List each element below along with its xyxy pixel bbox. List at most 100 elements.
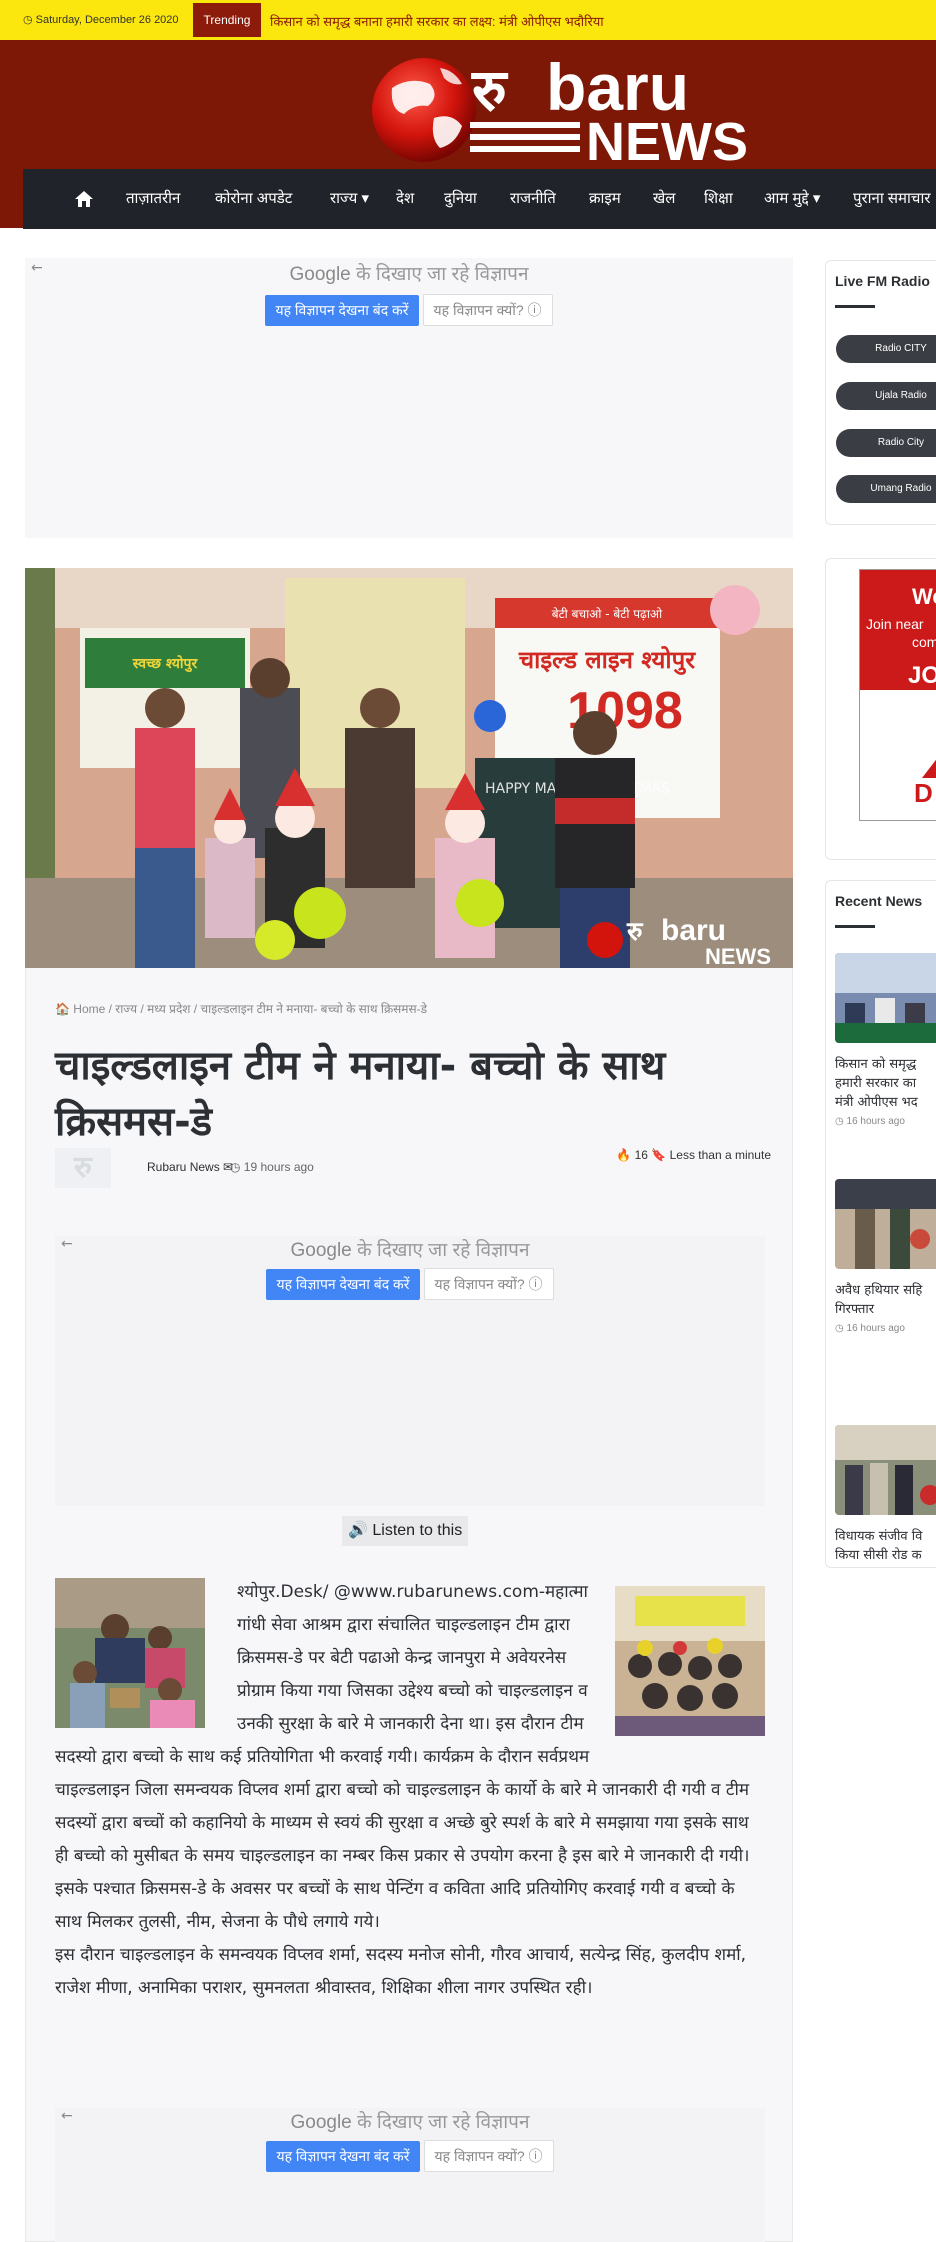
radio-station-button[interactable]: Radio CITY [836,335,936,363]
article-body: श्योपुर.Desk/ @www.rubarunews.com-महात्म… [55,1576,765,2005]
article-title: चाइल्डलाइन टीम ने मनाया- बच्चो के साथ क्… [55,1043,666,1145]
recent-news-time: ◷ 16 hours ago [835,1323,905,1334]
recent-title-line: किसान को समृद्ध [835,1057,917,1072]
date-text: Saturday, December 26 2020 [35,14,179,26]
nav-item-latest[interactable]: ताज़ातरीन [126,169,180,229]
stop-ad-button[interactable]: यह विज्ञापन देखना बंद करें [266,1268,420,1300]
stop-ad-button[interactable]: यह विज्ञापन देखना बंद करें [265,294,419,326]
nav-item-world[interactable]: दुनिया [444,169,477,229]
recent-news-title[interactable]: विधायक संजीव वि किया सीसी रोड क [835,1527,936,1565]
site-logo[interactable]: रु baru NEWS [370,48,860,168]
sidebar-ad[interactable]: We Join near com a JOI D [859,569,936,821]
ad-heading: Google के दिखाए जा रहे विज्ञापन [55,2108,765,2134]
why-ad-button[interactable]: यह विज्ञापन क्यों? ⓘ [423,1268,554,1300]
side-ad-join: JOI [908,662,936,689]
sidebar-ad-widget: We Join near com a JOI D [825,558,936,860]
ad-buttons: यह विज्ञापन देखना बंद करें यह विज्ञापन क्… [25,294,793,326]
ad-buttons: यह विज्ञापन देखना बंद करें यह विज्ञापन क्… [55,2140,765,2172]
article-image-right[interactable] [615,1586,765,1736]
google-label: Google [290,2112,352,2133]
watermark-news: NEWS [705,944,771,968]
widget-underline [835,925,875,928]
ad-banner-top: ← Google के दिखाए जा रहे विज्ञापन यह विज… [25,258,793,538]
recent-title-line: मंत्री ओपीएस भद [835,1095,918,1110]
post-time: ◷ 19 hours ago [230,1160,314,1174]
widget-underline [835,305,875,308]
nav-item-issues[interactable]: आम मुद्दे ▾ [764,169,820,229]
article-image-left[interactable] [55,1578,205,1728]
recent-news-title[interactable]: अवैध हथियार सहि गिरफ्तार [835,1281,936,1319]
recent-title-line: हमारी सरकार का [835,1076,917,1091]
breadcrumb[interactable]: 🏠 Home / राज्य / मध्य प्रदेश / चाइल्डलाइ… [55,1000,427,1017]
article-container: 🏠 Home / राज्य / मध्य प्रदेश / चाइल्डलाइ… [25,968,793,2242]
featured-image: स्वच्छ श्योपुर बेटी बचाओ - बेटी पढ़ाओ चा… [25,568,793,968]
recent-title-line: गिरफ्तार [835,1302,875,1317]
recent-news-time: ◷ 16 hours ago [835,1116,905,1127]
author-link[interactable]: Rubaru News ✉ [147,1160,233,1174]
site-header: रु baru NEWS ताज़ातरीन कोरोना अपडेट राज्… [0,40,936,229]
recent-news-thumb[interactable] [835,1179,936,1269]
banner-text: चाइल्ड लाइन श्योपुर [518,646,696,675]
logo-ru: रु [471,56,509,124]
article-paragraph-3: इस दौरान चाइल्डलाइन के समन्वयक विप्लव शर… [55,1945,747,1998]
trending-badge: Trending [193,3,261,37]
google-label: Google [289,264,351,285]
side-ad-arrow-icon [922,759,936,778]
sidebar-recent-widget: Recent News किसान को समृद्ध हमारी सरकार … [825,880,936,1568]
ad-buttons: यह विज्ञापन देखना बंद करें यह विज्ञापन क्… [55,1268,765,1300]
nav-item-politics[interactable]: राजनीति [510,169,556,229]
nav-item-state[interactable]: राज्य ▾ [330,169,369,229]
recent-news-item[interactable]: अवैध हथियार सहि गिरफ्तार ◷ 16 hours ago [835,1179,936,1334]
recent-news-thumb[interactable] [835,1425,936,1515]
article-paragraph-2: इसके पश्चात क्रिसमस-डे के अवसर पर बच्चों… [55,1879,735,1932]
side-ad-d: D [914,778,933,808]
trending-ticker-link[interactable]: किसान को समृद्ध बनाना हमारी सरकार का लक्… [270,12,604,30]
nav-item-corona[interactable]: कोरोना अपडेट [215,169,292,229]
ad-heading-text: के दिखाए जा रहे विज्ञापन [351,2112,530,2133]
ad-banner-inarticle: ← Google के दिखाए जा रहे विज्ञापन यह विज… [55,1236,765,1506]
wall-text: स्वच्छ श्योपुर [132,655,199,673]
author-avatar[interactable]: रु [55,1148,111,1188]
date-label: ◷ Saturday, December 26 2020 [23,14,179,26]
side-ad-line2: com [912,634,936,650]
recent-title-line: अवैध हथियार सहि [835,1283,923,1298]
side-ad-we: We [912,584,936,609]
listen-button[interactable]: 🔊 Listen to this [342,1516,469,1546]
views-and-readtime: 🔥 16 🔖 Less than a minute [616,1148,771,1162]
recent-title-line: किया सीसी रोड क [835,1548,922,1563]
globe-icon [372,58,476,162]
ad-heading-text: के दिखाए जा रहे विज्ञापन [350,264,529,285]
radio-station-button[interactable]: Radio City [836,429,936,457]
why-ad-button[interactable]: यह विज्ञापन क्यों? ⓘ [422,294,553,326]
logo-news: NEWS [586,112,748,168]
home-icon[interactable] [72,169,96,229]
recent-news-thumb[interactable] [835,953,936,1043]
ad-heading: Google के दिखाए जा रहे विज्ञापन [25,260,793,286]
ad-heading-text: के दिखाए जा रहे विज्ञापन [351,1240,530,1261]
nav-item-country[interactable]: देश [396,169,414,229]
ad-heading: Google के दिखाए जा रहे विज्ञापन [55,1236,765,1262]
main-nav: ताज़ातरीन कोरोना अपडेट राज्य ▾ देश दुनिय… [23,169,936,229]
watermark-ru: रु [626,917,644,947]
google-label: Google [290,1240,352,1261]
radio-station-button[interactable]: Umang Radio [836,475,936,503]
watermark-baru: baru [661,914,726,947]
recent-news-item[interactable]: किसान को समृद्ध हमारी सरकार का मंत्री ओप… [835,953,936,1127]
recent-news-title[interactable]: किसान को समृद्ध हमारी सरकार का मंत्री ओप… [835,1055,936,1112]
nav-item-education[interactable]: शिक्षा [704,169,733,229]
widget-title-recent: Recent News [835,893,923,909]
ad-banner-bottom: ← Google के दिखाए जा रहे विज्ञापन यह विज… [55,2108,765,2242]
recent-title-line: विधायक संजीव वि [835,1529,923,1544]
side-ad-line1: Join near [866,616,924,632]
banner-top: बेटी बचाओ - बेटी पढ़ाओ [552,607,663,621]
nav-item-archive[interactable]: पुराना समाचार [853,169,930,229]
nav-item-crime[interactable]: क्राइम [589,169,621,229]
article-meta: रु Rubaru News ✉ ◷ 19 hours ago 🔥 16 🔖 L… [55,1148,771,1188]
top-bar: ◷ Saturday, December 26 2020 Trending कि… [0,0,936,40]
sidebar-radio-widget: Live FM Radio Radio CITY Ujala Radio Rad… [825,260,936,525]
recent-news-item[interactable]: विधायक संजीव वि किया सीसी रोड क [835,1425,936,1565]
stop-ad-button[interactable]: यह विज्ञापन देखना बंद करें [266,2140,420,2172]
why-ad-button[interactable]: यह विज्ञापन क्यों? ⓘ [423,2140,554,2172]
nav-item-sports[interactable]: खेल [653,169,675,229]
radio-station-button[interactable]: Ujala Radio [836,382,936,410]
